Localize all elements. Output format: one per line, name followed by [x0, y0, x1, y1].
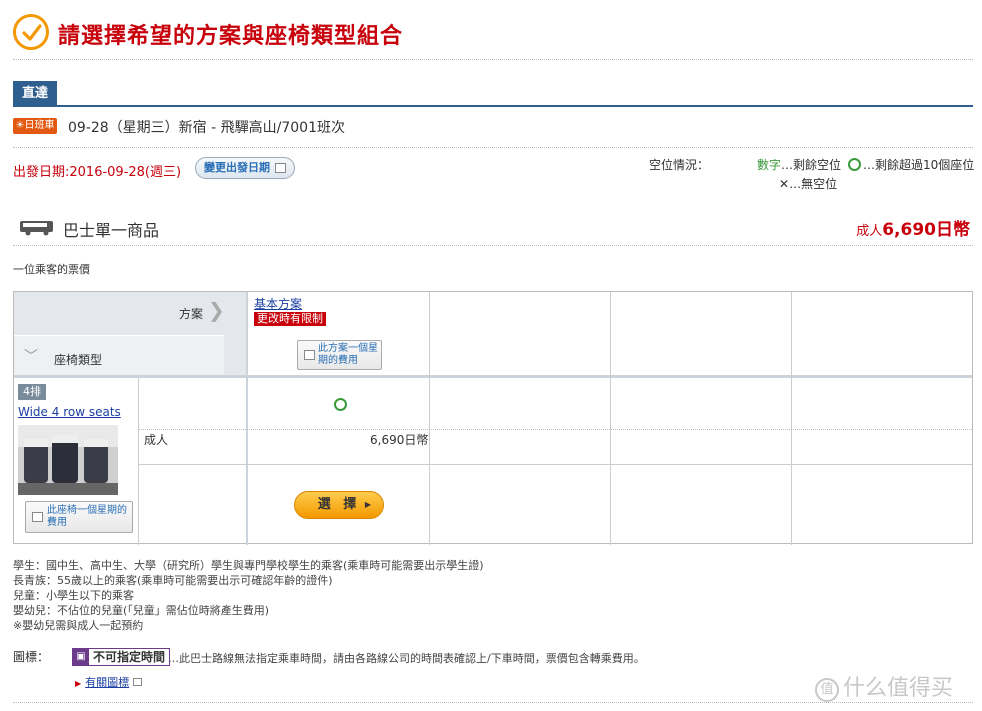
note-line: ※嬰幼兒需與成人一起預約 — [13, 619, 144, 632]
select-button[interactable]: 選 擇 ▶ — [294, 491, 384, 519]
product-name: 巴士單一商品 — [63, 221, 160, 240]
seat-name-link[interactable]: Wide 4 row seats — [18, 405, 121, 419]
legend-number-text: …剩餘空位 — [781, 158, 842, 172]
chevron-right-icon: ❯ — [208, 298, 225, 322]
grid-row-divider — [138, 429, 972, 430]
grid-column-line — [610, 292, 611, 545]
note-line: 兒童：小學生以下的乘客 — [13, 589, 134, 602]
available-circle-icon — [334, 398, 347, 411]
seat-type-cell: 4排 Wide 4 row seats 此座椅一個星期的費用 — [14, 378, 246, 545]
seat-photo[interactable] — [18, 425, 118, 495]
price-value: 6,690日幣 — [882, 220, 970, 240]
seat-status-label: 空位情況： — [649, 158, 710, 172]
select-button-label: 選 擇 — [317, 497, 361, 512]
plan-seat-grid: 方案 ❯ ﹀ 座椅類型 基本方案 更改時有限制 此方案一個星期的費用 4排 Wi… — [13, 291, 973, 545]
note-line: 嬰幼兒：不佔位的兒童(「兒童」需佔位時將產生費用) — [13, 604, 270, 617]
grid-row-divider — [138, 464, 972, 465]
calendar-icon — [304, 350, 315, 360]
trip-description: 09-28（星期三）新宿 - 飛驒高山/7001班次 — [68, 120, 345, 136]
seat-type-label: 座椅類型 — [54, 353, 103, 367]
legend-number-highlight: 數字 — [757, 158, 782, 172]
departure-date: 出發日期:2016-09-28(週三) — [13, 165, 182, 180]
product-price: 成人6,690日幣 — [856, 215, 970, 240]
x-icon: ✕ — [779, 177, 790, 191]
no-time-label: 不可指定時間 — [93, 650, 166, 664]
plan-restriction-badge: 更改時有限制 — [254, 312, 326, 326]
legend-circle: …剩餘超過10個座位 — [848, 156, 974, 173]
watermark-text: 什么值得买 — [843, 676, 954, 701]
grid-column-line — [791, 292, 792, 545]
no-time-description: …此巴士路線無法指定乘車時間，請由各路線公司的時間表確認上/下車時間，票價包含轉… — [168, 652, 645, 665]
route-tab-bar: 直達 — [13, 81, 973, 107]
check-icon — [13, 14, 49, 50]
watermark: 值什么值得买 — [815, 670, 953, 702]
triangle-right-icon: ▶ — [75, 679, 82, 688]
per-person-label: 一位乘客的票價 — [13, 263, 90, 276]
icons-label: 圖標： — [13, 650, 50, 664]
day-bus-badge: ☀日班車 — [13, 118, 57, 134]
legend-x: ✕…無空位 — [779, 175, 837, 192]
legend-number: 數字…剩餘空位 — [757, 156, 841, 173]
change-date-button[interactable]: 變更出發日期 — [195, 157, 295, 179]
bus-icon: ▣ — [73, 649, 89, 665]
calendar-icon — [275, 163, 286, 173]
legend-x-text: …無空位 — [789, 177, 838, 191]
seat-week-fare-label: 此座椅一個星期的費用 — [47, 505, 127, 528]
grid-divider — [246, 292, 248, 545]
fare-notes: 學生：國中生、高中生、大學（研究所）學生與專門學校學生的乘客(乘車時可能需要出示… — [13, 558, 484, 633]
tab-direct[interactable]: 直達 — [13, 81, 57, 107]
seat-type-header: ﹀ 座椅類型 — [14, 335, 224, 375]
change-date-label: 變更出發日期 — [204, 161, 270, 174]
plan-week-fare-label: 此方案一個星期的費用 — [318, 343, 378, 366]
no-time-badge: ▣ 不可指定時間 — [72, 648, 171, 666]
plan-basic-link[interactable]: 基本方案 — [254, 295, 302, 312]
icons-info-link-label: 有關圖標 — [85, 676, 130, 689]
product-row: 巴士單一商品 成人6,690日幣 — [13, 212, 973, 246]
note-line: 學生：國中生、高中生、大學（研究所）學生與專門學校學生的乘客(乘車時可能需要出示… — [13, 559, 484, 572]
passenger-type: 成人 — [144, 433, 169, 447]
note-line: 長青族：55歲以上的乘客(乘車時可能需要出示可確認年齡的證件) — [13, 574, 333, 587]
icons-info-link[interactable]: ▶ 有關圖標 — [75, 674, 143, 690]
watermark-logo-icon: 值 — [815, 678, 839, 702]
trip-info: ☀日班車 09-28（星期三）新宿 - 飛驒高山/7001班次 — [13, 116, 973, 148]
bus-icon — [19, 220, 55, 239]
grid-header-corner: 方案 ❯ ﹀ 座椅類型 — [14, 292, 246, 375]
plan-header: 方案 — [179, 307, 204, 321]
page-title-row: 請選擇希望的方案與座椅類型組合 — [13, 12, 973, 60]
price-label: 成人 — [856, 224, 883, 239]
page-title: 請選擇希望的方案與座椅類型組合 — [58, 24, 404, 49]
plan-week-fare-button[interactable]: 此方案一個星期的費用 — [297, 340, 382, 370]
grid-divider — [138, 378, 139, 545]
seat-rows-badge: 4排 — [18, 384, 46, 400]
fare-price: 6,690日幣 — [370, 433, 429, 447]
available-circle-icon — [848, 158, 861, 171]
external-window-icon — [133, 678, 143, 686]
seat-week-fare-button[interactable]: 此座椅一個星期的費用 — [25, 501, 133, 533]
legend-circle-text: …剩餘超過10個座位 — [863, 158, 975, 172]
grid-column-line — [429, 292, 430, 545]
calendar-icon — [32, 512, 43, 522]
arrow-right-icon: ▶ — [364, 500, 371, 509]
chevron-down-icon: ﹀ — [24, 349, 38, 365]
divider — [13, 702, 973, 703]
